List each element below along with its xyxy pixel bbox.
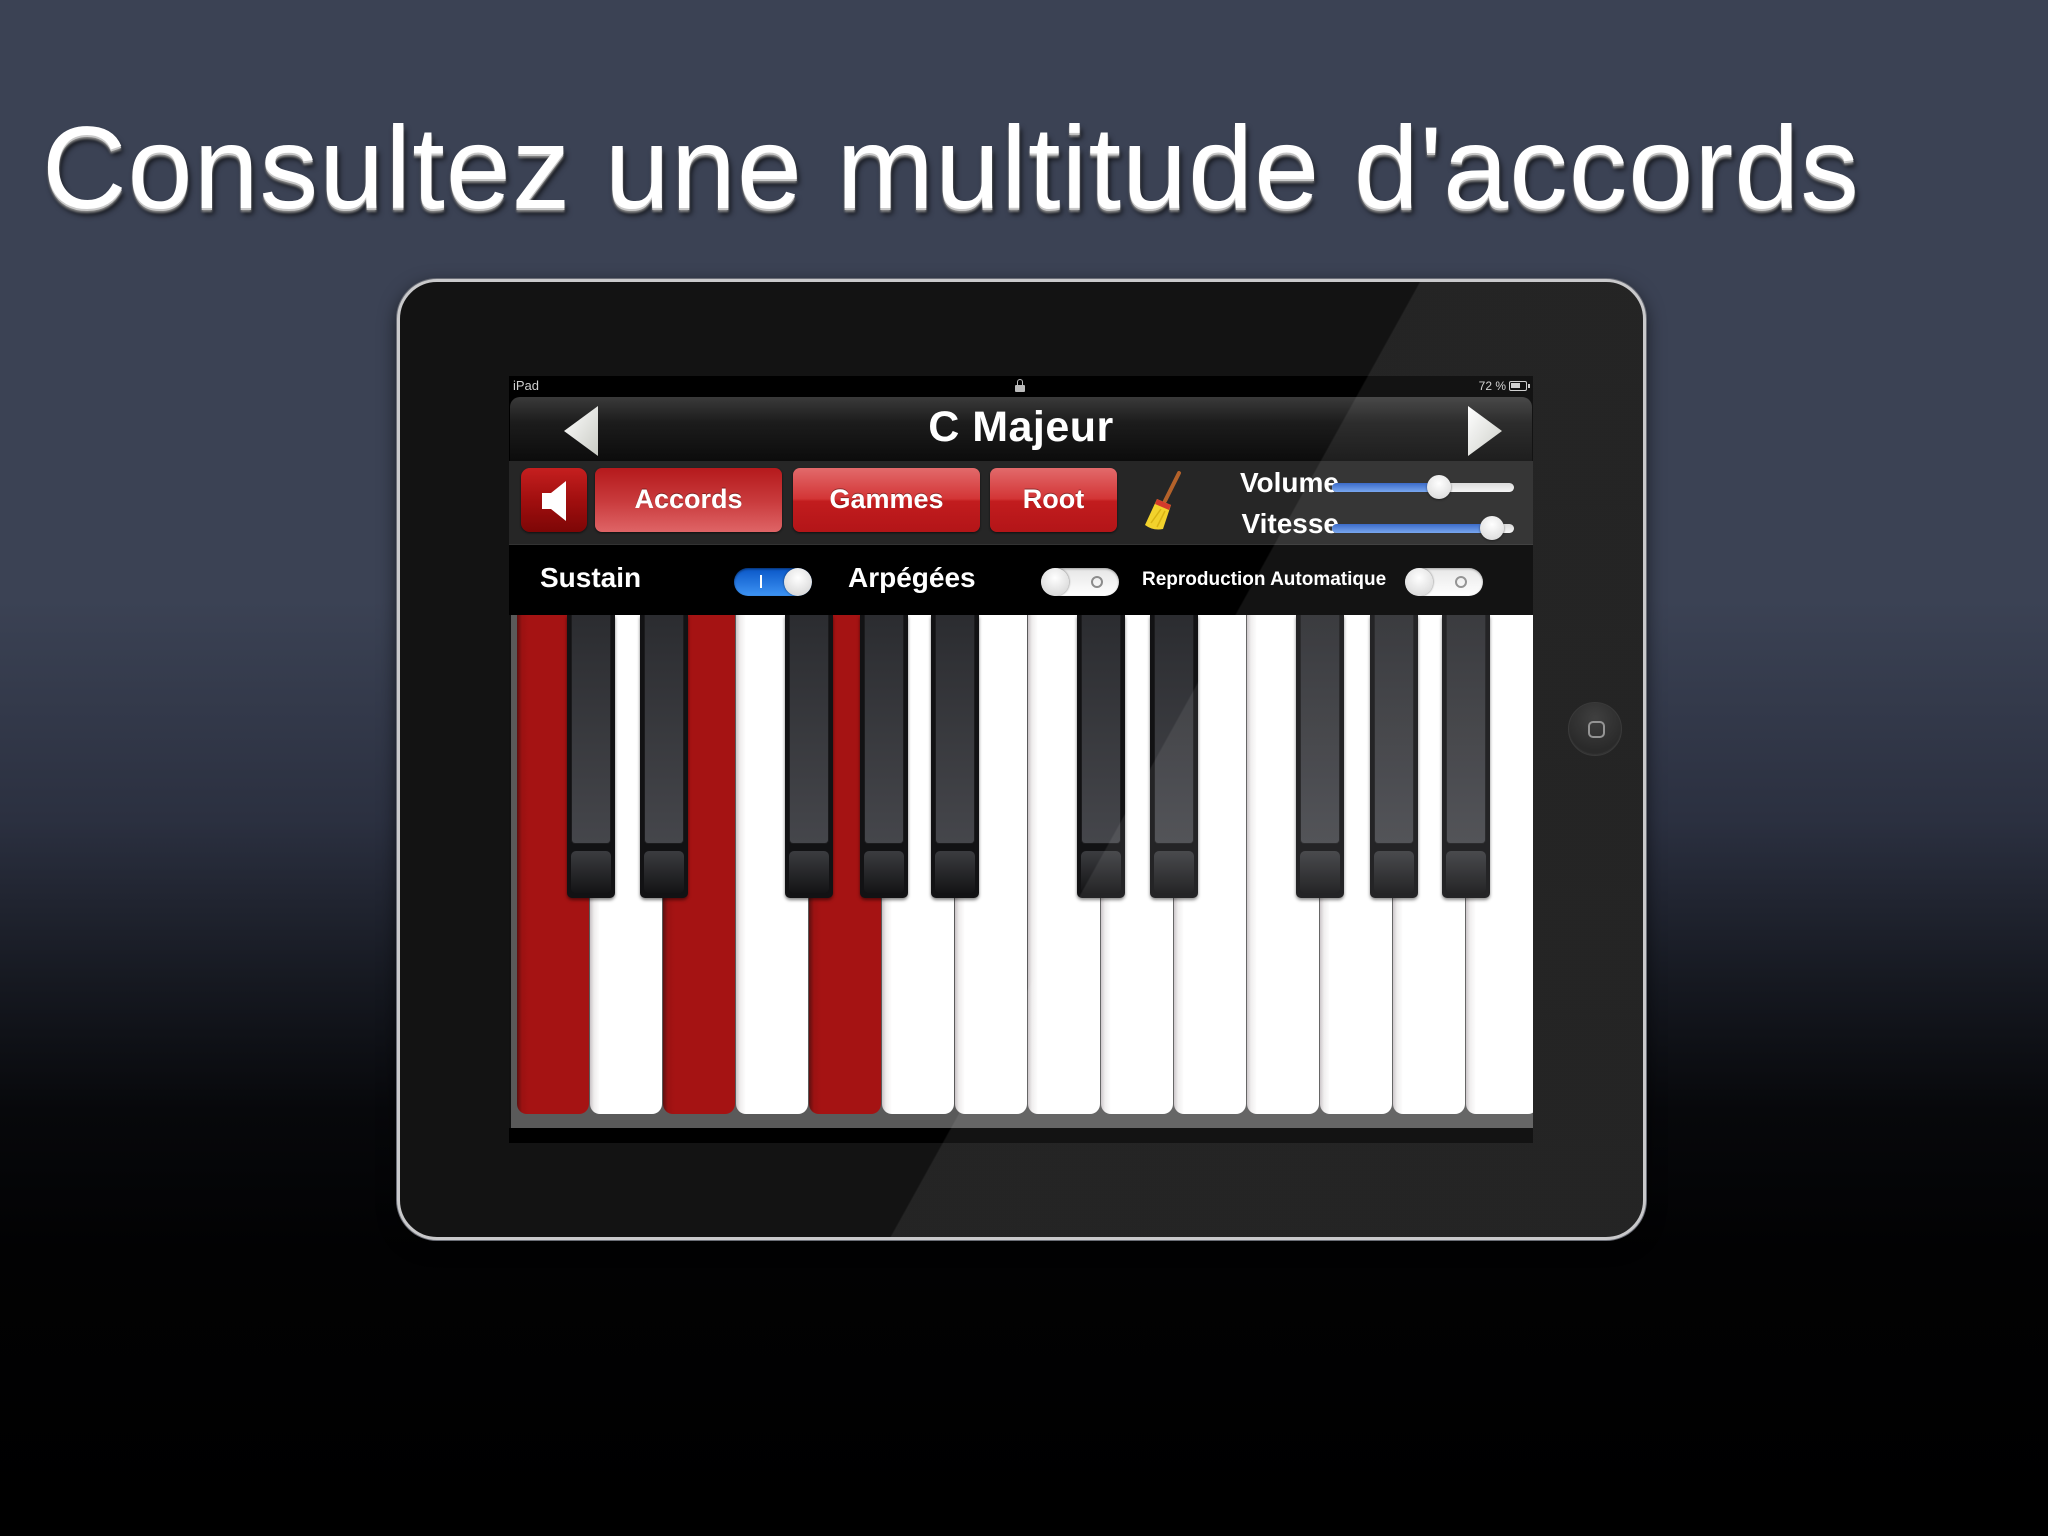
keyboard-edge	[509, 615, 517, 1128]
vitesse-label: Vitesse	[1241, 508, 1339, 539]
black-key-f-sharp2[interactable]	[1296, 615, 1344, 898]
next-chord-button[interactable]	[1464, 405, 1504, 457]
home-square-icon	[1588, 721, 1605, 738]
black-key-c-sharp2[interactable]	[1077, 615, 1125, 898]
reproduction-automatique-switch[interactable]	[1405, 568, 1483, 596]
switch-knob[interactable]	[784, 568, 812, 596]
switch-off-mark-icon	[1091, 576, 1103, 588]
toolbar: Accords Gammes Root Volume Vitesse	[509, 461, 1533, 545]
switch-on-mark-icon	[760, 575, 762, 588]
screen-bottom-bar	[509, 1128, 1533, 1143]
chord-title: C Majeur	[928, 403, 1114, 451]
triangle-right-icon	[1468, 406, 1502, 456]
black-key-a-sharp1[interactable]	[931, 615, 979, 898]
black-key-d-sharp1[interactable]	[640, 615, 688, 898]
root-button[interactable]: Root	[990, 468, 1117, 532]
black-key-g-sharp1[interactable]	[860, 615, 908, 898]
accords-button[interactable]: Accords	[595, 468, 782, 532]
headline: Consultez une multitude d'accords	[42, 102, 1860, 233]
vitesse-slider-thumb[interactable]	[1480, 516, 1505, 540]
carrier-label: iPad	[513, 378, 540, 393]
volume-slider[interactable]	[1332, 475, 1514, 499]
gammes-button[interactable]: Gammes	[793, 468, 980, 532]
battery-percent: 72 %	[1478, 379, 1506, 393]
switch-knob[interactable]	[1041, 568, 1069, 596]
vitesse-slider[interactable]	[1332, 516, 1514, 540]
app-screen: iPad 72 % C Majeur Accords Gammes Root V…	[509, 376, 1533, 1143]
switch-knob[interactable]	[1405, 568, 1433, 596]
sustain-switch[interactable]	[734, 568, 812, 596]
black-key-a-sharp2[interactable]	[1442, 615, 1490, 898]
black-key-d-sharp2[interactable]	[1150, 615, 1198, 898]
black-key-f-sharp1[interactable]	[785, 615, 833, 898]
black-key-g-sharp2[interactable]	[1370, 615, 1418, 898]
lock-icon	[1015, 379, 1025, 392]
broom-icon[interactable]	[1139, 471, 1185, 538]
volume-slider-thumb[interactable]	[1427, 475, 1452, 499]
nav-bar: C Majeur	[510, 397, 1532, 461]
arpegees-label: Arpégées	[848, 562, 976, 593]
sustain-label: Sustain	[540, 562, 642, 593]
volume-label: Volume	[1239, 467, 1339, 498]
piano-keyboard	[509, 615, 1533, 1128]
switch-off-mark-icon	[1455, 576, 1467, 588]
speaker-icon	[542, 481, 566, 521]
reproduction-automatique-label: Reproduction Automatique	[1142, 569, 1387, 590]
ipad-device: iPad 72 % C Majeur Accords Gammes Root V…	[397, 279, 1646, 1240]
battery-icon	[1509, 381, 1530, 391]
options-row: Sustain Arpégées Reproduction Automatiqu…	[509, 545, 1533, 615]
status-bar: iPad 72 %	[509, 376, 1533, 396]
home-button[interactable]	[1568, 702, 1622, 756]
speaker-button[interactable]	[521, 468, 587, 532]
black-key-c-sharp1[interactable]	[567, 615, 615, 898]
arpegees-switch[interactable]	[1041, 568, 1119, 596]
